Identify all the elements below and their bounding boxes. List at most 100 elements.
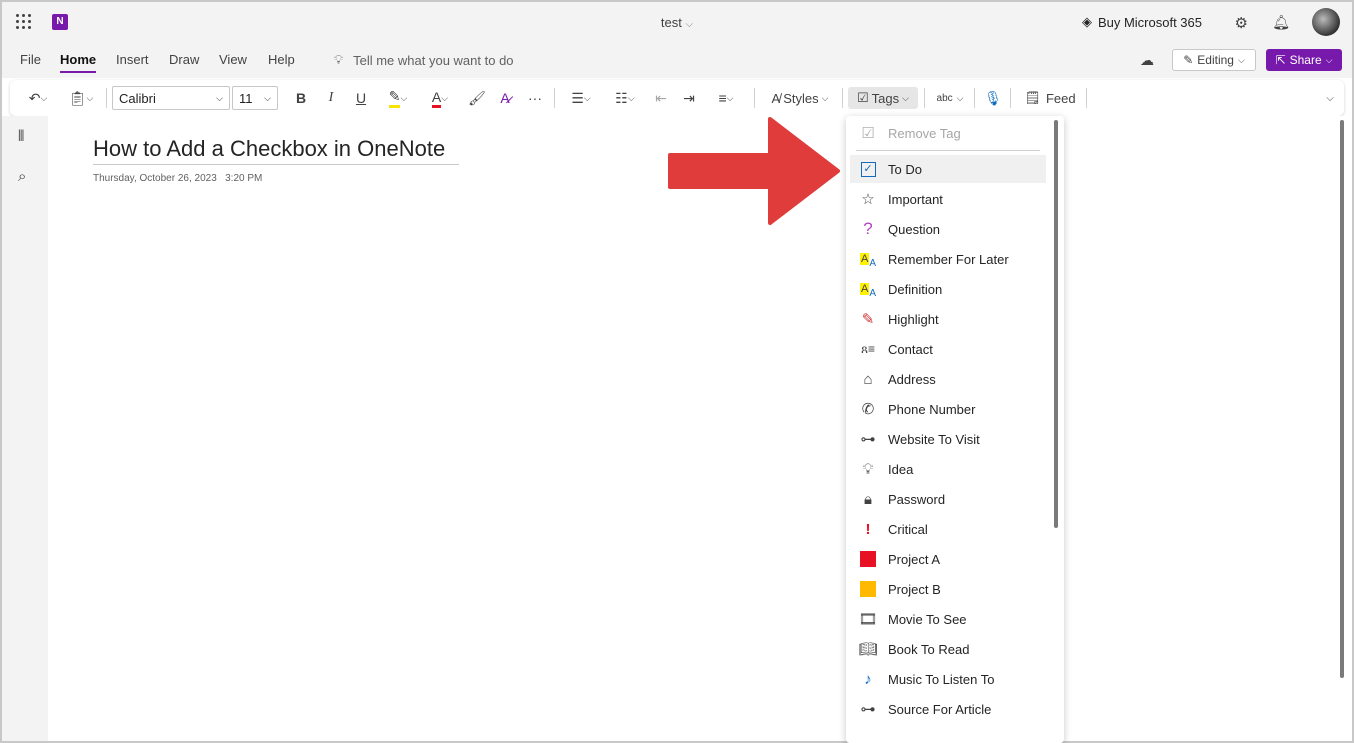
tag-item-movie-to-see[interactable]: 🎞︎ Movie To See: [850, 605, 1046, 633]
menu-bar: File Home Insert Draw View Help 💡︎ Tell m…: [2, 42, 1352, 78]
spelling-button[interactable]: abc ⌵: [930, 87, 970, 109]
dictate-microphone-icon[interactable]: 🎙︎: [982, 87, 1004, 109]
font-color-icon: A: [431, 89, 442, 108]
tab-help[interactable]: Help: [268, 52, 295, 67]
tag-label: Project A: [888, 551, 941, 567]
separator: [974, 88, 975, 108]
expand-ribbon-chevron-icon[interactable]: ⌵: [1320, 87, 1340, 109]
font-color-button[interactable]: A ⌵: [422, 87, 458, 109]
tag-label: Remove Tag: [888, 125, 961, 141]
feed-button[interactable]: 🗒︎ Feed: [1018, 87, 1082, 109]
tag-item-remove-tag: ☑ Remove Tag: [850, 119, 1046, 147]
bullet-list-icon: ☰: [571, 89, 584, 106]
tag-label: Address: [888, 371, 936, 387]
settings-gear-icon[interactable]: ⚙: [1235, 14, 1248, 32]
exclamation-icon: !: [865, 520, 871, 538]
tab-file[interactable]: File: [20, 52, 41, 67]
tab-view[interactable]: View: [219, 52, 247, 67]
tag-item-password[interactable]: 🔒︎ Password: [850, 485, 1046, 513]
notification-bell-icon[interactable]: 🔔︎: [1272, 14, 1290, 31]
avatar[interactable]: [1312, 8, 1340, 36]
bold-button[interactable]: B: [290, 87, 312, 109]
tag-item-remember-for-later[interactable]: AA Remember For Later: [850, 245, 1046, 273]
book-icon: 📖︎: [858, 641, 878, 658]
tag-item-website-to-visit[interactable]: ⊶ Website To Visit: [850, 425, 1046, 453]
share-button[interactable]: ⇱ Share ⌵: [1266, 49, 1342, 71]
tag-item-important[interactable]: ☆ Important: [850, 185, 1046, 213]
page-title[interactable]: How to Add a Checkbox in OneNote: [93, 136, 459, 165]
tag-item-project-a[interactable]: Project A: [850, 545, 1046, 573]
numbering-button[interactable]: ☷ ⌵: [606, 87, 644, 109]
chevron-down-icon: ⌵: [1237, 54, 1245, 65]
tag-label: Highlight: [888, 311, 939, 327]
link-icon: ⊶: [860, 701, 876, 718]
tag-label: Project B: [888, 581, 941, 597]
tag-item-to-do[interactable]: ✓ To Do: [850, 155, 1046, 183]
styles-icon: A̸: [771, 90, 781, 106]
tag-item-critical[interactable]: ! Critical: [850, 515, 1046, 543]
tag-label: Source For Article: [888, 701, 992, 717]
checkbox-icon: ✓: [858, 159, 878, 179]
highlight-a-icon: AA: [859, 253, 876, 269]
undo-button[interactable]: ↶ ⌵: [20, 87, 56, 109]
sync-cloud-icon[interactable]: ☁: [1140, 52, 1154, 69]
tab-draw[interactable]: Draw: [169, 52, 199, 67]
separator: [106, 88, 107, 108]
alignment-button[interactable]: ≡ ⌵: [706, 87, 746, 109]
tag-label: To Do: [888, 161, 922, 177]
lock-icon: 🔒︎: [864, 490, 872, 508]
outdent-icon[interactable]: ⇤: [650, 87, 672, 109]
tag-item-project-b[interactable]: Project B: [850, 575, 1046, 603]
underline-button[interactable]: U: [350, 87, 372, 109]
tag-item-highlight[interactable]: ✎ Highlight: [850, 305, 1046, 333]
buy-microsoft-link[interactable]: ◈ Buy Microsoft 365: [1082, 14, 1202, 30]
italic-button[interactable]: I: [320, 87, 342, 109]
align-icon: ≡: [718, 90, 727, 106]
indent-icon[interactable]: ⇥: [678, 87, 700, 109]
font-size-select[interactable]: 11 ⌵: [232, 86, 278, 110]
clipboard-button[interactable]: 📋︎ ⌵: [62, 87, 100, 109]
chevron-down-icon: ⌵: [1325, 54, 1333, 65]
format-painter-icon[interactable]: 🖌︎: [466, 87, 488, 109]
feed-icon: 🗒︎: [1024, 90, 1041, 105]
tab-insert[interactable]: Insert: [116, 52, 149, 67]
notebooks-library-icon[interactable]: ⫴: [18, 128, 24, 145]
tag-label: Movie To See: [888, 611, 967, 627]
tag-item-contact[interactable]: ጸ≡ Contact: [850, 335, 1046, 363]
tag-item-source-for-article[interactable]: ⊶ Source For Article: [850, 695, 1046, 723]
tag-item-definition[interactable]: AA Definition: [850, 275, 1046, 303]
tag-item-question[interactable]: ? Question: [850, 215, 1046, 243]
clipboard-icon: 📋︎: [68, 89, 87, 106]
tab-home[interactable]: Home: [60, 52, 97, 73]
search-icon[interactable]: ⌕: [18, 168, 26, 185]
tag-label: Password: [888, 491, 946, 507]
yellow-square-icon: [858, 579, 878, 599]
page-date: Thursday, October 26, 2023 3:20 PM: [93, 173, 263, 184]
tag-item-book-to-read[interactable]: 📖︎ Book To Read: [850, 635, 1046, 663]
film-icon: 🎞︎: [858, 611, 878, 628]
page-scrollbar[interactable]: [1340, 120, 1344, 678]
tags-button[interactable]: ☑ Tags ⌵: [848, 87, 918, 109]
editing-mode-button[interactable]: ✎ Editing ⌵: [1172, 49, 1256, 71]
highlight-color-button[interactable]: ✎ ⌵: [380, 87, 416, 109]
tag-checkbox-star-icon: ☑: [857, 90, 869, 105]
more-options-icon[interactable]: ···: [524, 87, 546, 109]
numbered-list-icon: ☷: [615, 89, 628, 106]
tag-item-music-to-listen-to[interactable]: ♪ Music To Listen To: [850, 665, 1046, 693]
tag-item-address[interactable]: ⌂ Address: [850, 365, 1046, 393]
lightbulb-icon: 💡︎: [862, 460, 874, 478]
title-bar: N test ⌵ ◈ Buy Microsoft 365 ⚙ 🔔︎: [2, 2, 1352, 42]
tag-item-phone-number[interactable]: ✆ Phone Number: [850, 395, 1046, 423]
styles-button[interactable]: A̸ Styles ⌵: [762, 87, 838, 109]
separator: [856, 150, 1040, 151]
tag-item-idea[interactable]: 💡︎ Idea: [850, 455, 1046, 483]
tell-me-search[interactable]: 💡︎ Tell me what you want to do: [334, 52, 514, 68]
tag-label: Contact: [888, 341, 933, 357]
font-name-select[interactable]: Calibri ⌵: [112, 86, 230, 110]
chevron-down-icon: ⌵: [216, 92, 223, 103]
chevron-down-icon: ⌵: [264, 92, 271, 103]
bullets-button[interactable]: ☰ ⌵: [562, 87, 600, 109]
dropdown-scrollbar[interactable]: [1054, 120, 1058, 528]
share-icon: ⇱: [1275, 53, 1286, 67]
clear-formatting-icon[interactable]: A̷: [494, 87, 516, 109]
